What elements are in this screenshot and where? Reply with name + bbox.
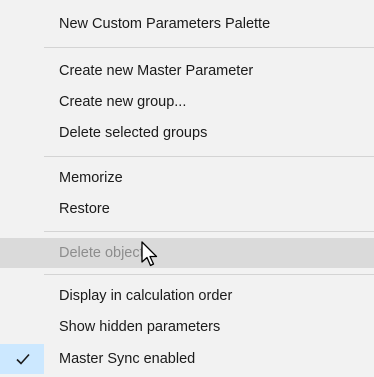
menu-item-master-sync-enabled[interactable]: Master Sync enabled [0,344,374,374]
menu-item-new-custom-parameters-palette[interactable]: New Custom Parameters Palette [0,9,374,39]
menu-item-show-hidden-parameters[interactable]: Show hidden parameters [0,312,374,342]
menu-separator [44,231,374,232]
menu-separator [44,274,374,275]
menu-item-restore[interactable]: Restore [0,194,374,224]
menu-separator [44,47,374,48]
menu-item-create-new-group[interactable]: Create new group... [0,87,374,117]
menu-item-create-new-master-parameter[interactable]: Create new Master Parameter [0,56,374,86]
menu-item-memorize[interactable]: Memorize [0,163,374,193]
context-menu: New Custom Parameters Palette Create new… [0,0,374,377]
menu-item-delete-object[interactable]: Delete object [0,238,374,268]
menu-separator [44,156,374,157]
menu-item-display-in-calculation-order[interactable]: Display in calculation order [0,281,374,311]
menu-item-delete-selected-groups[interactable]: Delete selected groups [0,118,374,148]
